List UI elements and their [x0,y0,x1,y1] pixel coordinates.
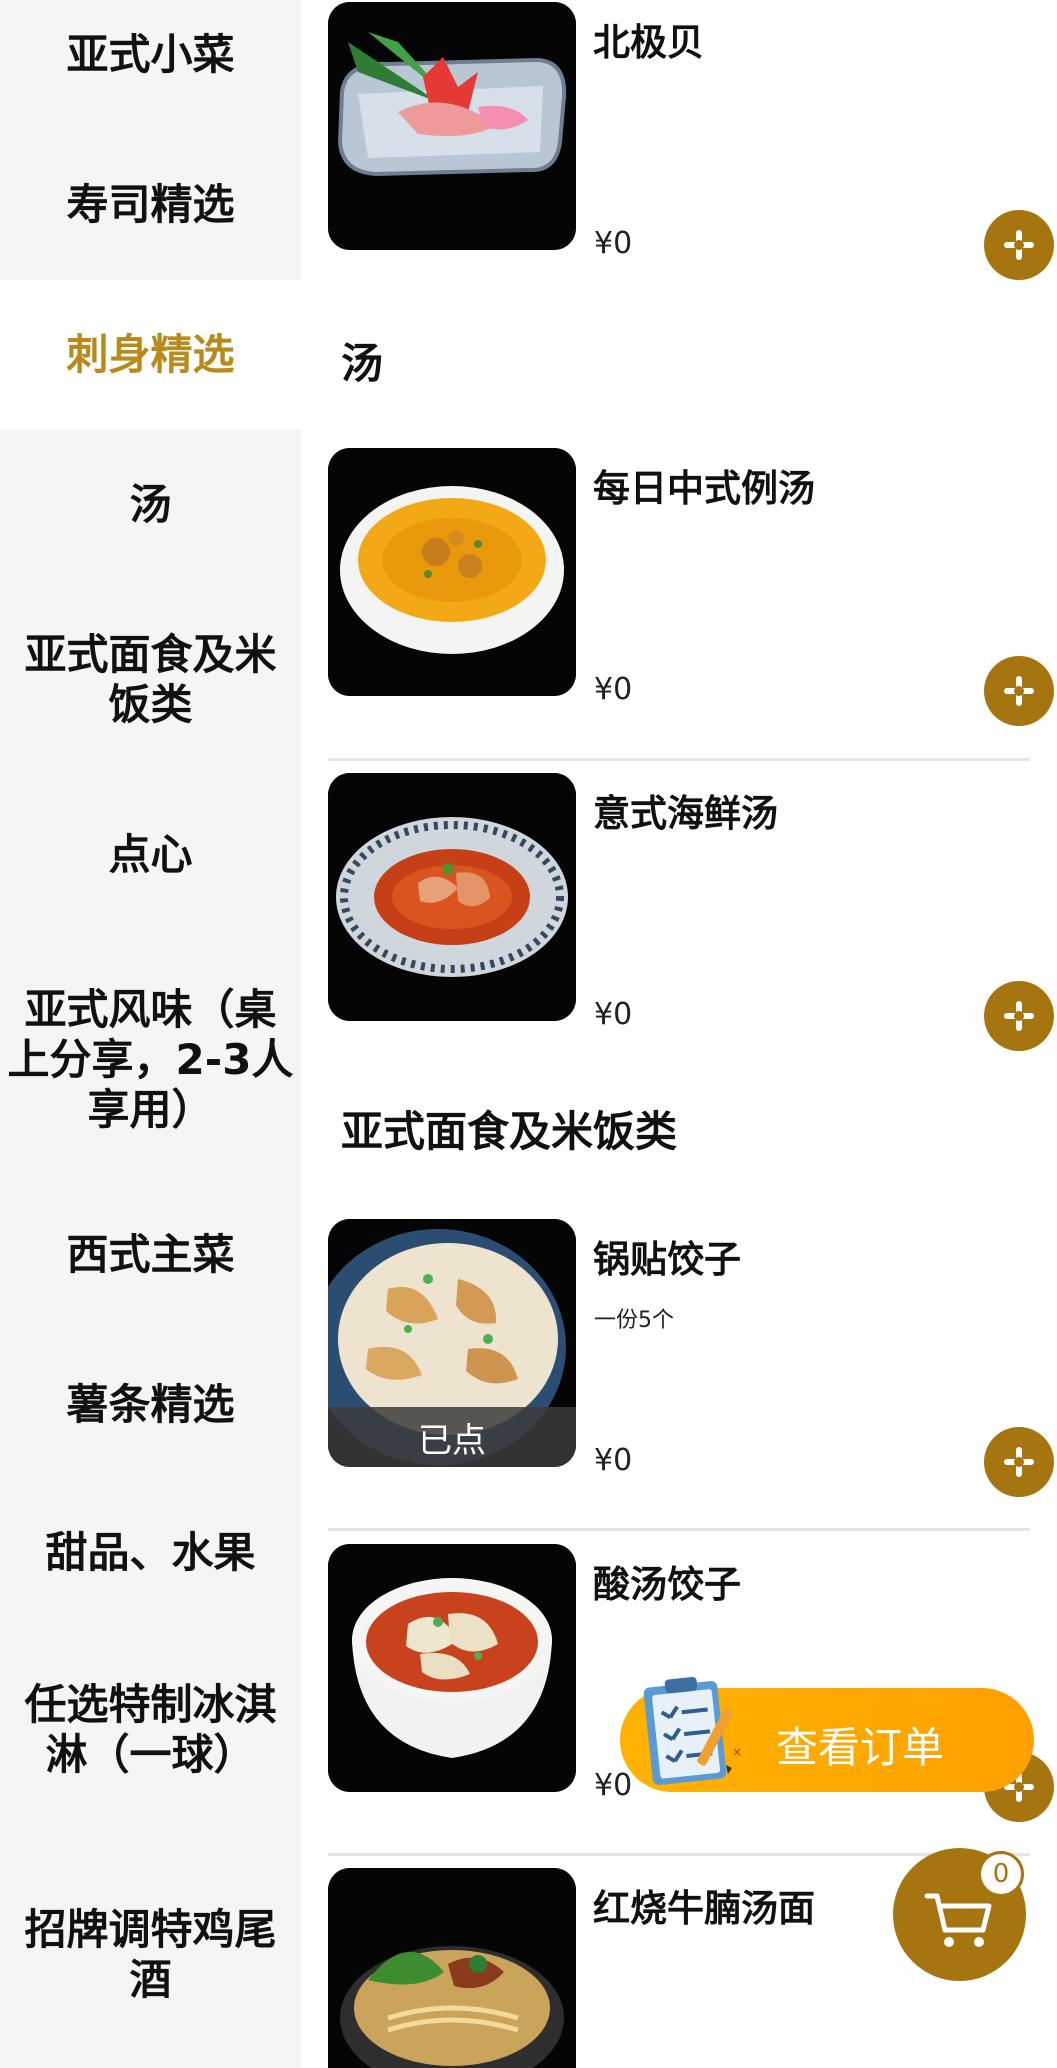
category-sashimi[interactable]: 刺身精选 [0,280,301,430]
dish-price: ¥0 [594,997,633,1032]
section-title-soup: 汤 [341,339,384,388]
dish-image [328,448,576,696]
category-sidebar: 亚式小菜 寿司精选 刺身精选 汤 亚式面食及米饭类 点心 亚式风味（桌上分享，2… [0,0,301,2068]
dish-image [328,2,576,250]
category-dim-sum[interactable]: 点心 [0,780,301,930]
dish-name: 每日中式例汤 [593,467,815,510]
divider [328,1853,1030,1856]
category-fries[interactable]: 薯条精选 [0,1330,301,1480]
dish-image [328,1868,576,2068]
category-soup[interactable]: 汤 [0,430,301,580]
dish-name: 意式海鲜汤 [593,792,778,835]
clipboard-checklist-icon: × [643,1676,742,1786]
category-noodles-rice[interactable]: 亚式面食及米饭类 [0,605,301,755]
cart-count-badge: 0 [978,1851,1024,1897]
list-item[interactable]: 已点 锅贴饺子 一份5个 ¥0 [328,1219,1054,1497]
dish-price: ¥0 [594,672,633,707]
dish-image: 已点 [328,1219,576,1467]
dish-description: 一份5个 [594,1308,674,1333]
category-cocktails[interactable]: 招牌调特鸡尾酒 [0,1880,301,2030]
dish-price: ¥0 [594,1443,633,1478]
list-item[interactable]: 每日中式例汤 ¥0 [328,448,1054,726]
category-sushi[interactable]: 寿司精选 [0,130,301,280]
divider [328,1528,1030,1531]
category-desserts-fruit[interactable]: 甜品、水果 [0,1478,301,1628]
add-to-cart-button[interactable] [984,656,1054,726]
ordered-tag: 已点 [328,1407,576,1467]
svg-text:×: × [732,1745,742,1759]
dish-image [328,1544,576,1792]
add-to-cart-button[interactable] [984,1427,1054,1497]
list-item[interactable]: 意式海鲜汤 ¥0 [328,773,1054,1051]
add-to-cart-button[interactable] [984,210,1054,280]
section-title-noodles-rice: 亚式面食及米饭类 [341,1107,678,1156]
dish-price: ¥0 [594,1768,633,1803]
category-western-mains[interactable]: 西式主菜 [0,1180,301,1330]
category-ice-cream[interactable]: 任选特制冰淇淋（一球） [0,1655,301,1805]
cart-icon [924,1893,992,1947]
dish-name: 酸汤饺子 [593,1563,741,1606]
dish-price: ¥0 [594,226,633,261]
dish-name: 锅贴饺子 [593,1238,741,1281]
list-item[interactable]: 北极贝 ¥0 [328,2,1054,280]
category-asian-appetizers[interactable]: 亚式小菜 [0,0,301,130]
add-to-cart-button[interactable] [984,981,1054,1051]
category-asian-sharing[interactable]: 亚式风味（桌上分享，2-3人享用） [0,935,301,1185]
divider [328,758,1030,761]
dish-name: 红烧牛腩汤面 [593,1887,815,1930]
view-order-label: 查看订单 [776,1723,945,1772]
dish-name: 北极贝 [593,21,704,64]
dish-image [328,773,576,1021]
